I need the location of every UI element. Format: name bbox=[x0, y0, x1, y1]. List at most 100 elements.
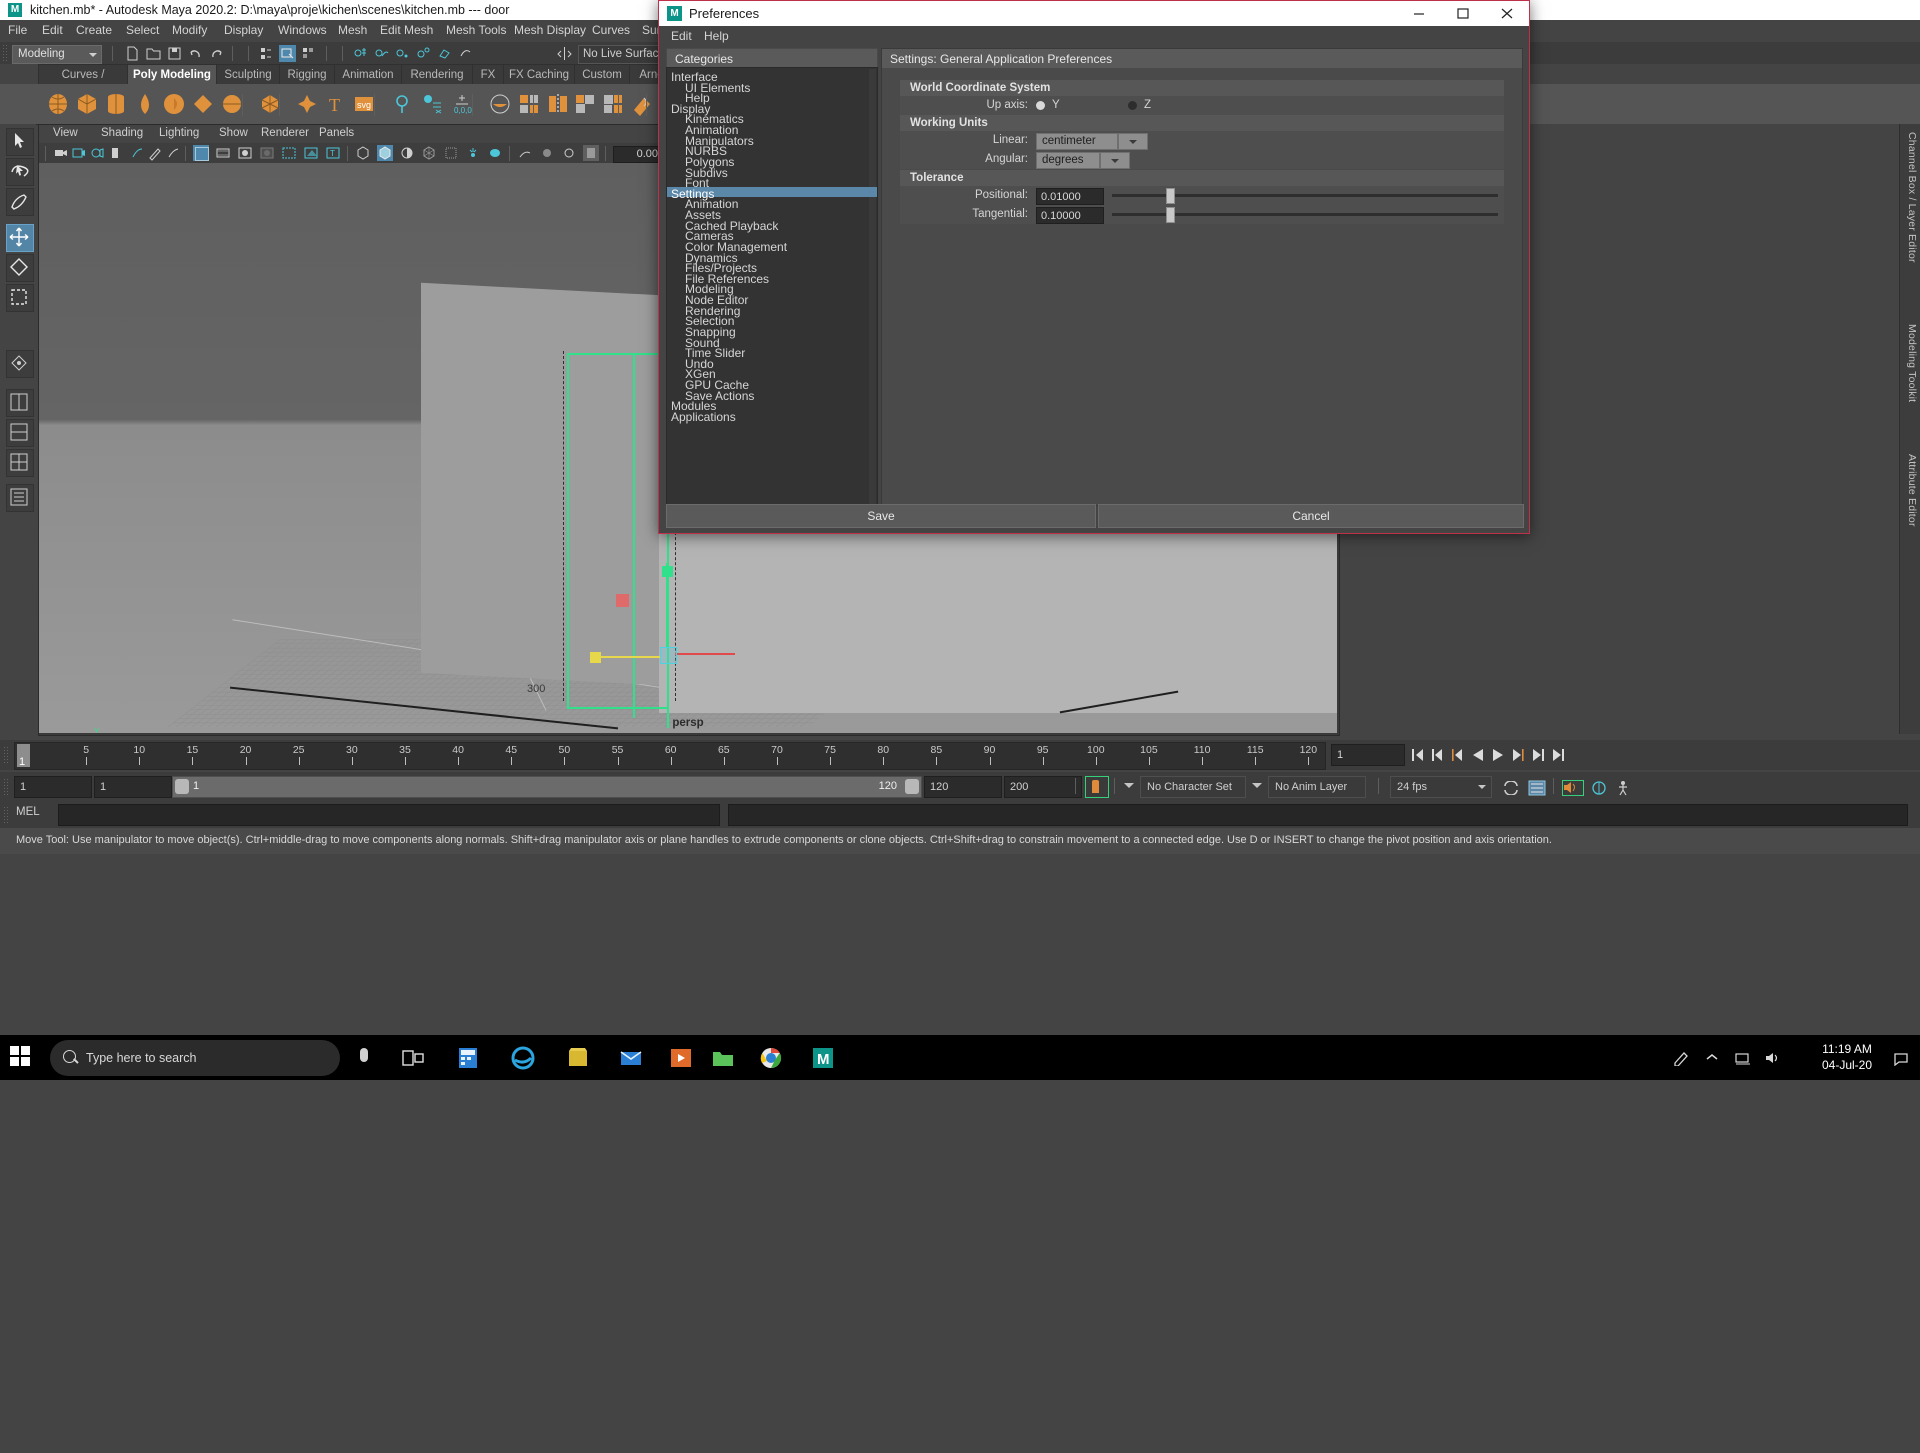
wireframe-shading-icon[interactable] bbox=[193, 145, 209, 161]
category-time-slider[interactable]: Time Slider bbox=[667, 346, 877, 360]
layout-two-panes-button[interactable] bbox=[6, 419, 34, 447]
viewport-menu-renderer[interactable]: Renderer bbox=[261, 127, 309, 139]
go-to-end-button[interactable] bbox=[1552, 748, 1564, 762]
category-kinematics[interactable]: Kinematics bbox=[667, 112, 877, 126]
start-button[interactable] bbox=[10, 1046, 32, 1068]
select-by-object-button[interactable] bbox=[279, 45, 296, 62]
shelf-tab-rigging[interactable]: Rigging bbox=[279, 64, 335, 85]
snap-to-point-button[interactable] bbox=[394, 45, 411, 62]
cone-icon[interactable] bbox=[133, 92, 157, 116]
shelf-tab-curves-surfaces[interactable]: Curves / Surfaces bbox=[38, 64, 128, 101]
snap-zero-icon[interactable] bbox=[420, 92, 444, 116]
xray-icon[interactable] bbox=[303, 145, 319, 161]
select-by-component-button[interactable] bbox=[300, 45, 317, 62]
tangential-tolerance-slider[interactable] bbox=[1112, 207, 1498, 223]
menu-display[interactable]: Display bbox=[222, 23, 265, 37]
category-animation[interactable]: Animation bbox=[667, 197, 877, 211]
linear-unit-value[interactable]: centimeter bbox=[1036, 133, 1118, 150]
positional-tolerance-field[interactable]: 0.01000 bbox=[1036, 188, 1104, 205]
category-cameras[interactable]: Cameras bbox=[667, 229, 877, 243]
angular-unit-dropdown-button[interactable] bbox=[1100, 152, 1130, 169]
bookmark-camera-icon[interactable] bbox=[89, 145, 105, 161]
menu-edit[interactable]: Edit bbox=[40, 23, 65, 37]
step-forward-key-button[interactable] bbox=[1532, 748, 1544, 762]
category-modeling[interactable]: Modeling bbox=[667, 282, 877, 296]
paint-select-tool-button[interactable] bbox=[6, 188, 34, 216]
character-set-chevron-icon[interactable] bbox=[1124, 783, 1134, 788]
category-assets[interactable]: Assets bbox=[667, 208, 877, 222]
shelf-tab-poly-modeling[interactable]: Poly Modeling bbox=[127, 64, 217, 85]
shelf-tab-animation[interactable]: Animation bbox=[334, 64, 402, 85]
menu-file[interactable]: File bbox=[6, 23, 29, 37]
maximize-icon[interactable] bbox=[1441, 1, 1485, 26]
category-applications[interactable]: Applications bbox=[667, 410, 877, 424]
mail-icon[interactable] bbox=[618, 1045, 644, 1071]
menu-windows[interactable]: Windows bbox=[276, 23, 329, 37]
shadows-icon[interactable] bbox=[399, 145, 415, 161]
current-time-indicator[interactable]: 1 bbox=[17, 744, 30, 768]
motion-blur-icon[interactable] bbox=[465, 145, 481, 161]
coords-icon[interactable]: 0,0,0 bbox=[450, 92, 474, 116]
select-by-hierarchy-button[interactable] bbox=[258, 45, 275, 62]
menu-modify[interactable]: Modify bbox=[170, 23, 209, 37]
step-back-frame-button[interactable] bbox=[1452, 748, 1464, 762]
playback-loop-button[interactable] bbox=[1502, 780, 1520, 796]
category-node-editor[interactable]: Node Editor bbox=[667, 293, 877, 307]
category-manipulators[interactable]: Manipulators bbox=[667, 134, 877, 148]
combine-icon[interactable] bbox=[488, 92, 512, 116]
sphere-icon[interactable] bbox=[46, 92, 70, 116]
category-modules[interactable]: Modules bbox=[667, 399, 877, 413]
go-to-start-button[interactable] bbox=[1412, 748, 1424, 762]
categories-list[interactable]: Interface UI Elements Help Display Kinematic… bbox=[666, 67, 878, 506]
anim-layer-chevron-icon[interactable] bbox=[1252, 783, 1262, 788]
cylinder-icon[interactable] bbox=[104, 92, 128, 116]
menu-mesh-tools[interactable]: Mesh Tools bbox=[444, 23, 508, 37]
last-tool-button[interactable] bbox=[6, 350, 34, 378]
smooth-icon[interactable] bbox=[630, 92, 654, 116]
shelf-tab-fx[interactable]: FX bbox=[472, 64, 504, 85]
snap-to-grid-button[interactable] bbox=[352, 45, 369, 62]
category-help[interactable]: Help bbox=[667, 91, 877, 105]
isolate-select-icon[interactable] bbox=[517, 145, 533, 161]
task-view-icon[interactable] bbox=[400, 1045, 426, 1071]
category-color-management[interactable]: Color Management bbox=[667, 240, 877, 254]
exposure-icon[interactable] bbox=[583, 145, 599, 161]
menu-curves[interactable]: Curves bbox=[590, 23, 632, 37]
category-undo[interactable]: Undo bbox=[667, 357, 877, 371]
close-icon[interactable] bbox=[1485, 1, 1529, 26]
category-rendering[interactable]: Rendering bbox=[667, 304, 877, 318]
action-center-icon[interactable] bbox=[1892, 1050, 1910, 1069]
paint-effects-icon[interactable] bbox=[165, 145, 181, 161]
move-tool-button[interactable] bbox=[6, 224, 34, 252]
text-icon[interactable]: T bbox=[324, 92, 348, 116]
sculpt-target-icon[interactable] bbox=[390, 92, 414, 116]
linear-unit-dropdown-button[interactable] bbox=[1118, 133, 1148, 150]
image-plane-icon[interactable] bbox=[107, 145, 123, 161]
viewport-menu-show[interactable]: Show bbox=[219, 127, 248, 139]
viewport-menu-lighting[interactable]: Lighting bbox=[159, 127, 199, 139]
category-selection[interactable]: Selection bbox=[667, 314, 877, 328]
category-xgen[interactable]: XGen bbox=[667, 367, 877, 381]
use-all-lights-icon[interactable] bbox=[377, 145, 393, 161]
xray-active-components-icon[interactable] bbox=[561, 145, 577, 161]
run-script-button[interactable] bbox=[1614, 780, 1632, 796]
category-settings[interactable]: Settings bbox=[667, 186, 877, 201]
make-live-button[interactable] bbox=[457, 45, 474, 62]
playblast-button[interactable] bbox=[1590, 780, 1608, 795]
use-default-lighting-icon[interactable] bbox=[355, 145, 371, 161]
live-surface-field[interactable]: No Live Surface bbox=[578, 45, 670, 64]
media-player-icon[interactable] bbox=[668, 1045, 694, 1071]
redo-button[interactable] bbox=[208, 45, 225, 62]
wireframe-on-shaded-icon[interactable] bbox=[281, 145, 297, 161]
category-sound[interactable]: Sound bbox=[667, 336, 877, 350]
wall-back-mesh[interactable] bbox=[421, 282, 661, 686]
preferences-menu-help[interactable]: Help bbox=[704, 29, 729, 43]
command-input-field[interactable] bbox=[58, 804, 720, 826]
category-ui-elements[interactable]: UI Elements bbox=[667, 81, 877, 95]
time-slider-track[interactable]: 1 5 10 15 20 25 30 35 40 45 50 55 60 65 70 75 80 85 90 95 1… bbox=[14, 742, 1326, 770]
menuset-mode-dropdown[interactable]: Modeling bbox=[12, 45, 102, 64]
range-slider[interactable]: 1 120 bbox=[172, 776, 922, 798]
undo-button[interactable] bbox=[187, 45, 204, 62]
manipulator-z-axis[interactable] bbox=[595, 656, 661, 658]
sound-toggle-button[interactable] bbox=[1562, 780, 1584, 796]
